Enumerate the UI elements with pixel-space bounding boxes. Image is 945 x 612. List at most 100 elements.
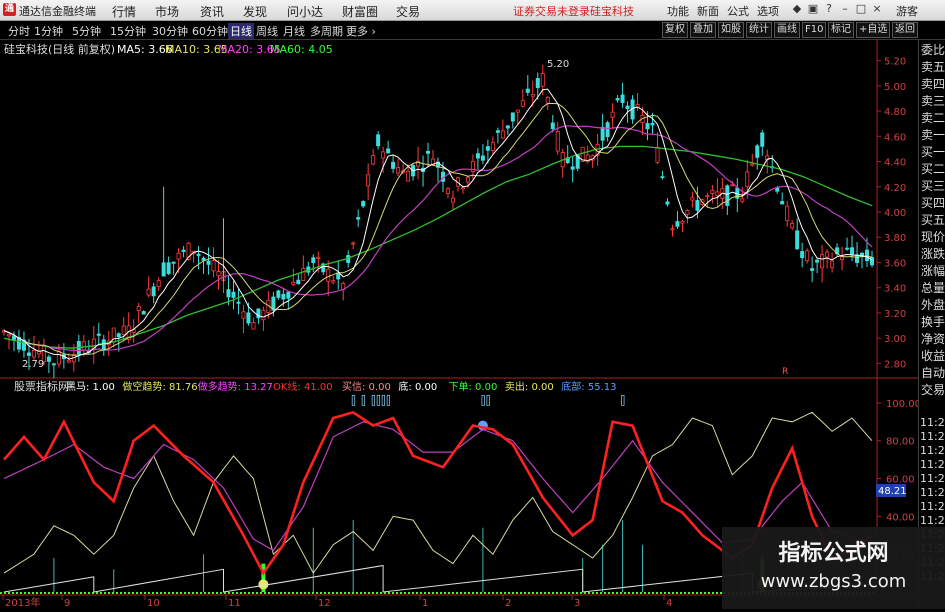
ru-stock-button[interactable]: 如股	[718, 22, 744, 38]
candle-body-150	[750, 163, 755, 166]
x-tick-0: 2013年	[5, 596, 40, 609]
minimize-button[interactable]: –	[838, 2, 852, 16]
candle-body-132	[660, 176, 665, 179]
sub-legend-item-8: 底部: 55.13	[561, 380, 616, 393]
candle-body-72	[361, 201, 366, 207]
candle-body-73	[366, 174, 371, 187]
tab-60min[interactable]: 60分钟	[192, 23, 228, 39]
sidebar-item-13[interactable]: 涨幅	[921, 265, 945, 278]
add-watchlist-button[interactable]: +自选	[856, 22, 891, 38]
candle-body-99	[495, 130, 500, 133]
stock-chart-svg[interactable]: 硅宝科技(日线 前复权) MA5: 3.66 MA10: 3.65 MA20: …	[0, 40, 921, 609]
candle-body-16	[81, 341, 86, 351]
candle-body-10	[51, 363, 56, 366]
candle-body-67	[336, 272, 341, 280]
candle-body-85	[426, 150, 431, 154]
candle-body-152	[760, 132, 765, 147]
sub-y-tick-2: 60.00	[886, 475, 915, 486]
sub-legend-item-6: 下单: 0.00	[449, 381, 498, 393]
candle-body-20	[101, 339, 106, 351]
candle-body-143	[715, 191, 720, 196]
sidebar-item-10[interactable]: 买五	[921, 214, 945, 227]
main-y-tick-1: 5.00	[884, 82, 906, 93]
menu-options[interactable]: 选项	[757, 3, 779, 19]
menu-ask[interactable]: 问小达	[287, 3, 323, 20]
trade-time-7: 11:28	[920, 514, 945, 527]
tab-weekly[interactable]: 周线	[256, 23, 278, 39]
main-y-tick-0: 5.20	[884, 57, 906, 68]
stats-button[interactable]: 统计	[746, 22, 772, 38]
menu-quotes[interactable]: 行情	[112, 3, 136, 20]
sidebar-item-18[interactable]: 收益	[921, 350, 945, 363]
sidebar-item-19[interactable]: 自动	[921, 367, 945, 380]
f10-button[interactable]: F10	[802, 22, 827, 38]
sidebar-item-17[interactable]: 净资	[921, 333, 945, 346]
menu-new-page[interactable]: 新面	[697, 3, 719, 19]
draw-button[interactable]: 画线	[774, 22, 800, 38]
menu-function[interactable]: 功能	[667, 3, 689, 19]
candle-body-170	[850, 247, 855, 256]
tab-multi-period[interactable]: 多周期	[310, 23, 343, 39]
tab-timeshare[interactable]: 分时	[8, 23, 30, 39]
login-notice[interactable]: 证券交易未登录	[513, 3, 590, 19]
stock-name-header: 硅宝科技	[590, 5, 634, 18]
r-marker: R	[782, 367, 788, 377]
candle-body-30	[151, 286, 156, 297]
help-icon[interactable]: ?	[822, 2, 836, 16]
sidebar-item-4[interactable]: 卖二	[921, 112, 945, 125]
layout-icon[interactable]: ▣	[806, 2, 820, 16]
mark-button[interactable]: 标记	[828, 22, 854, 38]
tab-more[interactable]: 更多 ›	[346, 23, 376, 39]
tab-monthly[interactable]: 月线	[283, 23, 305, 39]
trade-time-6: 11:28	[920, 500, 945, 513]
tab-1min[interactable]: 1分钟	[34, 23, 63, 39]
tab-30min[interactable]: 30分钟	[152, 23, 188, 39]
menu-wealth[interactable]: 财富圈	[342, 3, 378, 20]
candle-body-43	[216, 271, 221, 277]
sidebar-item-12[interactable]: 涨跌	[921, 248, 945, 261]
sidebar-item-8[interactable]: 买三	[921, 180, 945, 193]
candle-body-42	[211, 260, 216, 272]
sidebar-item-16[interactable]: 换手	[921, 316, 945, 329]
candle-body-97	[485, 146, 490, 151]
sidebar-item-6[interactable]: 买一	[921, 146, 945, 159]
sidebar-item-15[interactable]: 外盘	[921, 299, 945, 312]
menu-discover[interactable]: 发现	[243, 3, 267, 20]
sidebar-item-7[interactable]: 买二	[921, 163, 945, 176]
sub-y-tick-1: 80.00	[886, 437, 915, 448]
menu-trade[interactable]: 交易	[396, 3, 420, 20]
sidebar-item-20[interactable]: 交易	[921, 384, 945, 397]
candle-body-52	[261, 309, 266, 321]
candle-body-166	[830, 260, 835, 268]
menu-market[interactable]: 市场	[155, 3, 179, 20]
sidebar-item-2[interactable]: 卖四	[921, 78, 945, 91]
adjust-button[interactable]: 复权	[662, 22, 688, 38]
candle-body-57	[286, 291, 291, 299]
candle-body-165	[825, 251, 830, 258]
quote-sidebar: 委比卖五卖四卖三卖二卖一买一买二买三买四买五现价涨跌涨幅总量外盘换手净资收益自动…	[918, 40, 945, 609]
sidebar-item-1[interactable]: 卖五	[921, 61, 945, 74]
main-y-tick-7: 3.80	[884, 233, 906, 244]
sidebar-item-3[interactable]: 卖三	[921, 95, 945, 108]
main-y-tick-3: 4.60	[884, 132, 906, 143]
sidebar-item-5[interactable]: 卖一	[921, 129, 945, 142]
overlay-button[interactable]: 叠加	[690, 22, 716, 38]
close-button[interactable]: ×	[870, 2, 884, 16]
tab-daily[interactable]: 日线	[228, 23, 254, 39]
tab-15min[interactable]: 15分钟	[110, 23, 146, 39]
sidebar-item-9[interactable]: 买四	[921, 197, 945, 210]
user-label[interactable]: 游客	[896, 3, 918, 19]
sidebar-item-14[interactable]: 总量	[921, 282, 945, 295]
sidebar-item-11[interactable]: 现价	[921, 231, 945, 244]
back-button[interactable]: 返回	[892, 22, 918, 38]
tab-5min[interactable]: 5分钟	[72, 23, 101, 39]
candle-body-19	[96, 333, 101, 336]
menu-formula[interactable]: 公式	[727, 3, 749, 19]
sidebar-item-0[interactable]: 委比	[921, 44, 945, 57]
main-y-tick-12: 2.80	[884, 359, 906, 370]
menu-news[interactable]: 资讯	[200, 3, 224, 20]
maximize-button[interactable]: □	[854, 2, 868, 16]
candle-body-36	[181, 249, 186, 253]
candle-body-27	[136, 305, 141, 311]
skin-icon[interactable]: ◆	[790, 2, 804, 16]
